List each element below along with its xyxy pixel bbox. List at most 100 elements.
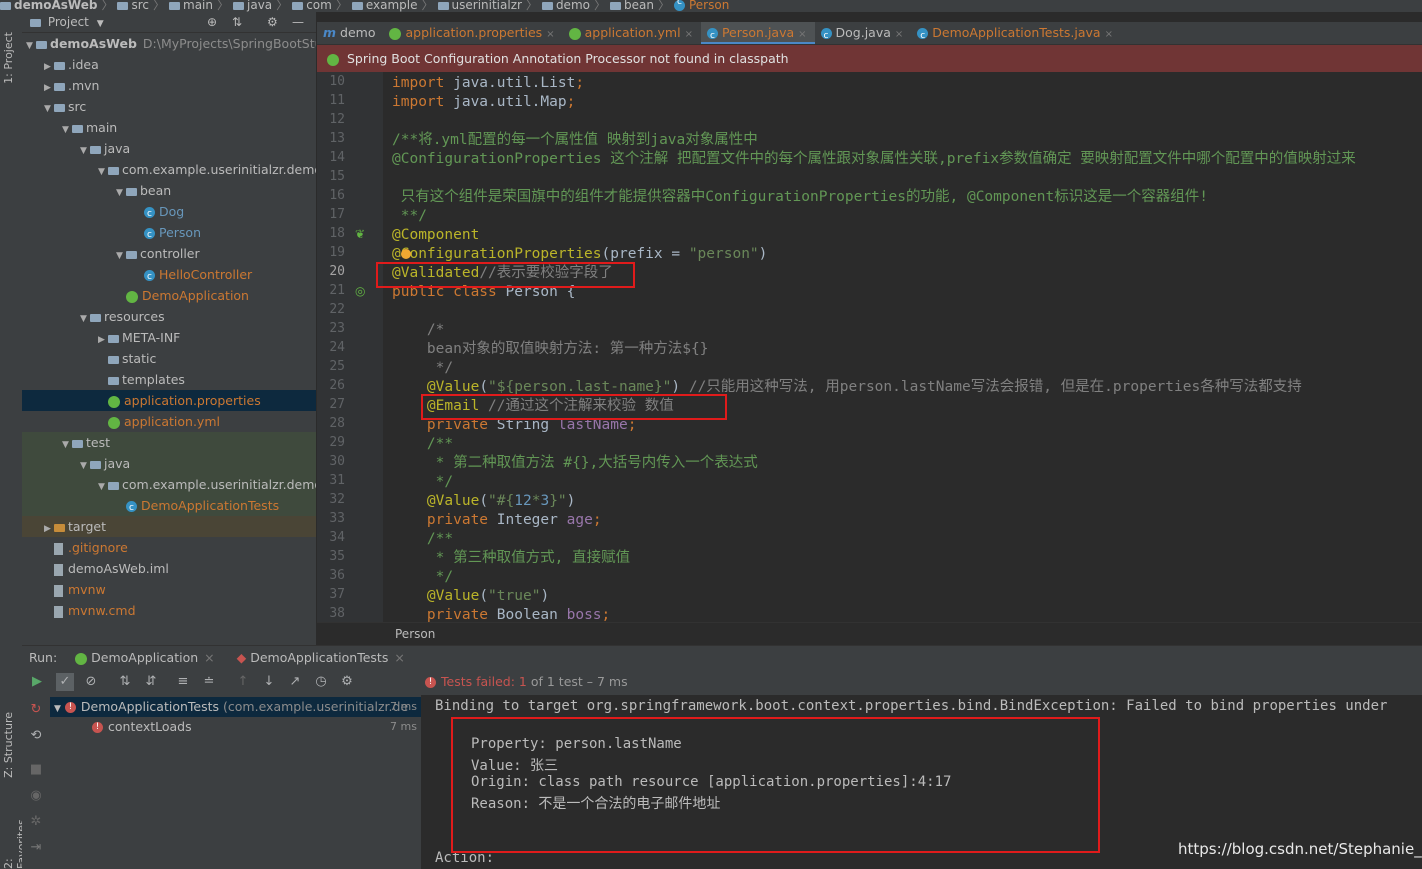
tree-item[interactable]: .gitignore bbox=[22, 537, 316, 558]
editor-tab[interactable]: m demo bbox=[317, 22, 383, 44]
chevron-down-icon[interactable]: ▼ bbox=[80, 309, 90, 327]
chevron-down-icon[interactable]: ▼ bbox=[116, 246, 126, 264]
spring-bean-gutter-icon[interactable]: ◎ bbox=[355, 284, 365, 298]
tree-item[interactable]: application.properties bbox=[22, 390, 316, 411]
close-icon[interactable]: × bbox=[394, 650, 404, 665]
tree-item[interactable]: DemoApplicationTests bbox=[22, 495, 316, 516]
collapse-all-icon[interactable]: ≐ bbox=[200, 673, 218, 691]
chevron-down-icon[interactable]: ▼ bbox=[80, 141, 90, 159]
rerun-failed-icon[interactable]: ↻ bbox=[27, 701, 45, 719]
close-icon[interactable]: × bbox=[1105, 29, 1113, 40]
tree-item[interactable]: static bbox=[22, 348, 316, 369]
code-editor[interactable]: import java.util.List; import java.util.M… bbox=[392, 72, 1422, 622]
tree-item[interactable]: ▼ com.example.userinitialzr.demo bbox=[22, 474, 316, 495]
chevron-down-icon[interactable]: ▼ bbox=[98, 477, 108, 495]
sort-alpha-icon[interactable]: ⇅ bbox=[116, 673, 134, 691]
chevron-down-icon[interactable]: ▼ bbox=[62, 120, 72, 138]
chevron-right-icon[interactable]: ▶ bbox=[44, 57, 54, 75]
close-icon[interactable]: × bbox=[685, 29, 693, 40]
breadcrumb-item[interactable]: Person bbox=[673, 0, 729, 11]
tree-item[interactable]: ▼ main bbox=[22, 117, 316, 138]
debug-icon[interactable]: ✲ bbox=[27, 813, 45, 831]
settings-icon[interactable]: ⚙ bbox=[338, 673, 356, 691]
breadcrumb-item[interactable]: main bbox=[169, 0, 213, 11]
tree-item[interactable]: demoAsWeb.iml bbox=[22, 558, 316, 579]
rerun-icon[interactable]: ▶ bbox=[28, 673, 46, 691]
close-icon[interactable]: × bbox=[204, 650, 214, 665]
tree-item[interactable]: Dog bbox=[22, 201, 316, 222]
next-failed-icon[interactable]: ↓ bbox=[260, 673, 278, 691]
editor-breadcrumb[interactable]: Person bbox=[317, 622, 1422, 644]
tree-item[interactable]: ▶ target bbox=[22, 516, 316, 537]
gear-icon[interactable]: ⚙ bbox=[267, 12, 278, 32]
expand-all-icon[interactable]: ≡ bbox=[174, 673, 192, 691]
tree-item[interactable]: ▼ bean bbox=[22, 180, 316, 201]
editor-tab[interactable]: DemoApplicationTests.java × bbox=[911, 22, 1121, 44]
tree-item[interactable]: ▼ controller bbox=[22, 243, 316, 264]
chevron-right-icon[interactable]: ▶ bbox=[44, 519, 54, 537]
project-panel-title[interactable]: Project bbox=[48, 15, 89, 29]
chevron-down-icon[interactable]: ▼ bbox=[62, 435, 72, 453]
breadcrumb-item[interactable]: src bbox=[117, 0, 149, 11]
breadcrumb-item[interactable]: example bbox=[351, 0, 418, 11]
editor-tab[interactable]: Person.java× bbox=[700, 22, 815, 44]
history-icon[interactable]: ◷ bbox=[312, 673, 330, 691]
tree-item[interactable]: HelloController bbox=[22, 264, 316, 285]
tree-item[interactable]: ▶ .idea bbox=[22, 54, 316, 75]
chevron-right-icon[interactable]: ▶ bbox=[44, 78, 54, 96]
tree-item[interactable]: ▼ java bbox=[22, 138, 316, 159]
tree-item[interactable]: mvnw bbox=[22, 579, 316, 600]
test-row-class[interactable]: ▼! DemoApplicationTests (com.example.user… bbox=[50, 697, 421, 717]
sort-duration-icon[interactable]: ⇵ bbox=[142, 673, 160, 691]
chevron-right-icon[interactable]: ▶ bbox=[98, 330, 108, 348]
tree-item[interactable]: DemoApplication bbox=[22, 285, 316, 306]
minimize-icon[interactable]: — bbox=[292, 12, 304, 32]
breadcrumb-item[interactable]: userinitialzr bbox=[437, 0, 522, 11]
previous-failed-icon[interactable]: ↑ bbox=[234, 673, 252, 691]
project-tool-tab[interactable]: 1: Project bbox=[2, 32, 15, 84]
spring-bean-gutter-icon[interactable]: ❦ bbox=[355, 227, 365, 241]
chevron-down-icon[interactable]: ▼ bbox=[26, 36, 36, 54]
tree-item[interactable]: templates bbox=[22, 369, 316, 390]
toggle-auto-test-icon[interactable]: ⟲ bbox=[27, 727, 45, 745]
run-tab-demoapplication[interactable]: DemoApplication × bbox=[75, 650, 218, 665]
target-icon[interactable]: ⊕ bbox=[207, 12, 217, 32]
tree-item[interactable]: ▼ java bbox=[22, 453, 316, 474]
breadcrumb-item[interactable]: demoAsWeb bbox=[0, 0, 97, 11]
tree-item[interactable]: ▶ META-INF bbox=[22, 327, 316, 348]
tree-item[interactable]: ▼ src bbox=[22, 96, 316, 117]
exit-icon[interactable]: ⇥ bbox=[27, 839, 45, 857]
breadcrumb-item[interactable]: demo bbox=[541, 0, 590, 11]
run-tab-demoapplicationtests[interactable]: ◆ DemoApplicationTests × bbox=[237, 650, 405, 665]
tree-item[interactable]: ▼ resources bbox=[22, 306, 316, 327]
breadcrumb-item[interactable]: java bbox=[233, 0, 272, 11]
close-icon[interactable]: × bbox=[546, 29, 554, 40]
show-passed-icon[interactable]: ✓ bbox=[56, 673, 74, 691]
test-row-method[interactable]: ! contextLoads 7 ms bbox=[50, 717, 421, 737]
tree-item[interactable]: ▶ .mvn bbox=[22, 75, 316, 96]
chevron-down-icon[interactable]: ▼ bbox=[98, 162, 108, 180]
collapse-icon[interactable]: ⇅ bbox=[232, 12, 242, 32]
close-icon[interactable]: × bbox=[798, 29, 806, 40]
tree-item[interactable]: mvnw.cmd bbox=[22, 600, 316, 621]
chevron-down-icon[interactable]: ▼ bbox=[54, 704, 61, 714]
tree-item[interactable]: Person bbox=[22, 222, 316, 243]
breadcrumb-item[interactable]: bean bbox=[609, 0, 654, 11]
chevron-down-icon[interactable]: ▼ bbox=[116, 183, 126, 201]
camera-icon[interactable]: ◉ bbox=[27, 787, 45, 805]
editor-tab[interactable]: application.yml × bbox=[563, 22, 701, 44]
stop-icon[interactable]: ■ bbox=[27, 761, 45, 779]
tree-item[interactable]: ▼ com.example.userinitialzr.demo bbox=[22, 159, 316, 180]
intention-bulb-icon[interactable] bbox=[401, 249, 411, 259]
chevron-down-icon[interactable]: ▼ bbox=[97, 19, 104, 29]
export-icon[interactable]: ↗ bbox=[286, 673, 304, 691]
tree-item[interactable]: ▼ demoAsWeb D:\MyProjects\SpringBootStu bbox=[22, 33, 316, 54]
chevron-down-icon[interactable]: ▼ bbox=[80, 456, 90, 474]
tree-item[interactable]: application.yml bbox=[22, 411, 316, 432]
structure-tool-tab[interactable]: Z: Structure bbox=[2, 712, 15, 778]
tree-item[interactable]: ▼ test bbox=[22, 432, 316, 453]
editor-tab[interactable]: Dog.java × bbox=[815, 22, 912, 44]
chevron-down-icon[interactable]: ▼ bbox=[44, 99, 54, 117]
breadcrumb-item[interactable]: com bbox=[292, 0, 332, 11]
editor-tab[interactable]: application.properties × bbox=[383, 22, 562, 44]
